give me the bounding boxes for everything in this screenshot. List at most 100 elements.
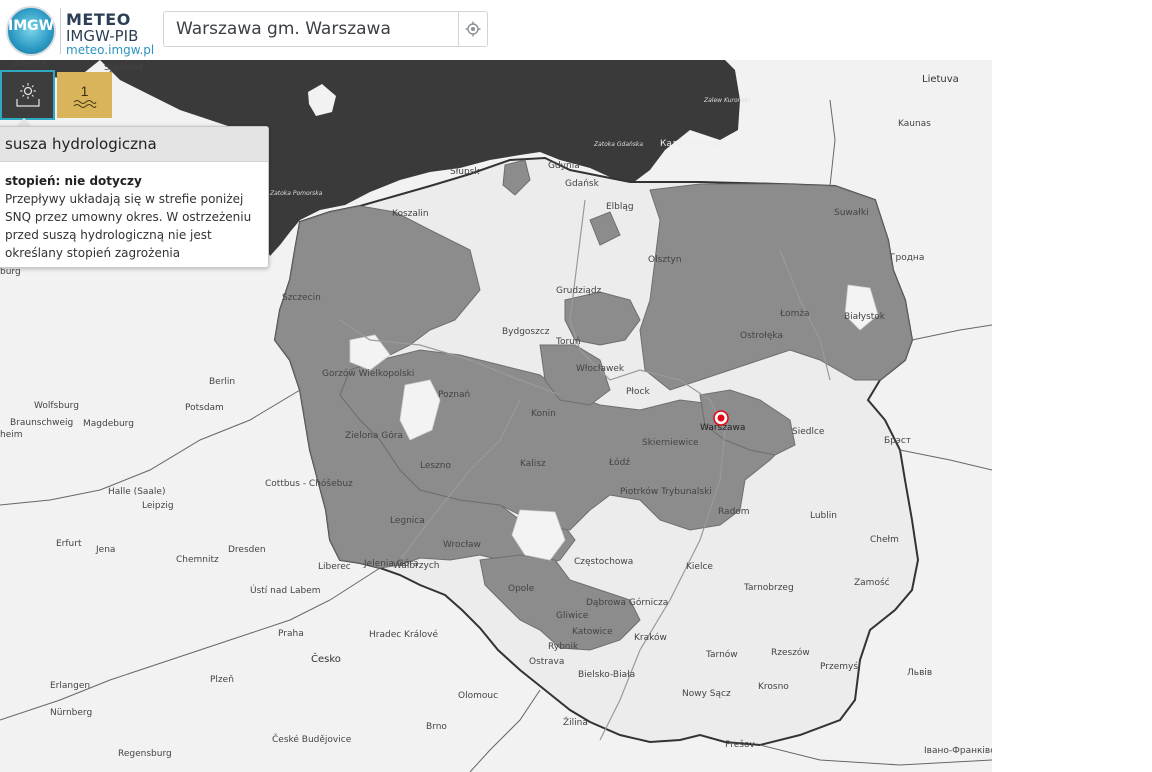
- label-tarnobrzeg: Tarnobrzeg: [743, 583, 794, 593]
- label-bielsko: Bielsko-Biała: [578, 670, 635, 680]
- hydro-warning-layer-button[interactable]: 1: [57, 72, 112, 118]
- label-katowice: Katowice: [572, 627, 613, 637]
- label-ostroleka: Ostrołęka: [740, 331, 783, 341]
- water-waves-icon: [73, 100, 96, 108]
- label-cottbus: Cottbus - Chóšebuz: [265, 478, 353, 489]
- location-search: [163, 11, 488, 47]
- label-siedlce: Siedlce: [792, 427, 825, 437]
- label-lublin: Lublin: [810, 511, 837, 521]
- label-chemnitz: Chemnitz: [176, 555, 219, 565]
- label-lviv: Львів: [907, 668, 932, 678]
- label-legnica: Legnica: [390, 516, 425, 526]
- label-heim: heim: [0, 430, 23, 440]
- label-plock: Płock: [626, 387, 650, 397]
- crosshair-icon: [465, 21, 481, 37]
- label-ostrava: Ostrava: [529, 657, 564, 667]
- label-brno: Brno: [426, 722, 447, 732]
- label-konin: Konin: [531, 409, 556, 419]
- label-cesko: Česko: [311, 652, 341, 665]
- label-kaunas: Kaunas: [898, 119, 931, 129]
- label-presov: Prešov: [725, 739, 756, 750]
- label-krosno: Krosno: [758, 682, 789, 692]
- logo-text: IMGW: [8, 18, 55, 34]
- label-olomouc: Olomouc: [458, 691, 498, 701]
- label-slupsk: Słupsk: [450, 167, 480, 177]
- label-gdansk: Gdańsk: [565, 179, 600, 189]
- label-torun: Toruń: [555, 337, 581, 347]
- label-sea-1: Zatoka Pomorska: [269, 190, 323, 197]
- popup-title: susza hydrologiczna: [0, 127, 268, 162]
- label-halle: Halle (Saale): [108, 487, 166, 497]
- label-leipzig: Leipzig: [142, 501, 174, 511]
- label-brest: Брэст: [884, 436, 911, 446]
- sun-icon: [15, 83, 40, 107]
- label-suwalki: Suwałki: [834, 208, 869, 218]
- label-nowy-sacz: Nowy Sącz: [682, 689, 731, 699]
- label-ivano: Івано-Франківськ: [924, 746, 992, 756]
- label-dabrowa: Dąbrowa Górnicza: [586, 597, 668, 608]
- label-zielona-gora: Zielona Góra: [345, 430, 403, 441]
- label-tarnow: Tarnów: [705, 649, 738, 660]
- label-magdeburg: Magdeburg: [83, 419, 134, 429]
- label-kalisz: Kalisz: [520, 459, 546, 469]
- label-dresden: Dresden: [228, 545, 266, 555]
- label-sea-2: Zatoka Gdańska: [593, 141, 643, 148]
- label-wolfsburg: Wolfsburg: [34, 401, 79, 411]
- weather-layer-button[interactable]: [0, 70, 55, 120]
- label-grodno: Гродна: [890, 253, 924, 263]
- label-usti: Ústí nad Labem: [250, 584, 321, 596]
- location-marker[interactable]: [713, 410, 729, 426]
- label-zilina: Žilina: [563, 716, 588, 728]
- warning-popup: susza hydrologiczna stopień: nie dotyczy…: [0, 126, 269, 268]
- label-opole: Opole: [508, 584, 535, 594]
- label-rzeszow: Rzeszów: [771, 647, 810, 658]
- label-gorzow: Gorzów Wielkopolski: [322, 368, 414, 379]
- label-regensburg: Regensburg: [118, 749, 172, 759]
- label-plzen: Plzeň: [210, 674, 234, 685]
- label-grudziadz: Grudziądz: [556, 286, 602, 296]
- label-kaliningrad: Калининград: [660, 139, 723, 149]
- header: IMGW METEO IMGW-PIB meteo.imgw.pl: [0, 0, 1152, 60]
- logo-divider: [60, 8, 61, 54]
- label-sea-4: Zalew Kuroński: [703, 97, 750, 104]
- label-erfurt: Erfurt: [56, 539, 82, 549]
- label-krakow: Kraków: [634, 632, 667, 643]
- label-lietuva: Lietuva: [922, 74, 959, 85]
- label-hradec: Hradec Králové: [369, 629, 438, 640]
- label-leszno: Leszno: [420, 461, 452, 471]
- popup-body: stopień: nie dotyczy Przepływy układają …: [0, 162, 268, 262]
- label-erlangen: Erlangen: [50, 681, 90, 691]
- label-elblag: Elbląg: [606, 202, 634, 212]
- label-nurnberg: Nürnberg: [50, 708, 92, 718]
- label-bydgoszcz: Bydgoszcz: [502, 327, 550, 337]
- label-wloclawek: Włocławek: [576, 364, 625, 374]
- label-walbrzych: Wałbrzych: [393, 561, 440, 571]
- warning-count: 1: [80, 83, 89, 99]
- label-lomza: Łomża: [779, 309, 810, 319]
- label-czestochowa: Częstochowa: [574, 557, 633, 567]
- label-gliwice: Gliwice: [556, 611, 589, 621]
- label-jena: Jena: [95, 545, 115, 555]
- label-koszalin: Koszalin: [392, 209, 429, 219]
- label-budejovice: České Budějovice: [272, 733, 352, 745]
- label-potsdam: Potsdam: [185, 403, 224, 413]
- label-gdynia: Gdynia: [548, 161, 580, 171]
- label-kielce: Kielce: [686, 562, 713, 572]
- popup-description: Przepływy układają się w strefie poniżej…: [5, 192, 252, 260]
- search-input[interactable]: [164, 12, 460, 46]
- label-burg: burg: [0, 267, 21, 277]
- label-piotrkow: Piotrków Trybunalski: [620, 486, 712, 497]
- label-poznan: Poznań: [438, 390, 470, 400]
- label-chelm: Chełm: [870, 535, 899, 545]
- brand-url[interactable]: meteo.imgw.pl: [66, 43, 154, 57]
- label-odense: Odense: [12, 60, 47, 69]
- label-praha: Praha: [278, 629, 304, 639]
- label-liberec: Liberec: [318, 562, 351, 572]
- label-szczecin: Szczecin: [282, 293, 321, 303]
- label-wroclaw: Wrocław: [443, 540, 481, 550]
- label-bialystok: Białystok: [844, 312, 886, 322]
- locate-button[interactable]: [458, 12, 487, 46]
- imgw-logo[interactable]: IMGW: [6, 6, 56, 56]
- label-olsztyn: Olsztyn: [648, 255, 682, 265]
- label-rybnik: Rybnik: [548, 642, 579, 652]
